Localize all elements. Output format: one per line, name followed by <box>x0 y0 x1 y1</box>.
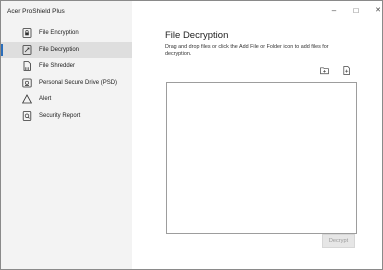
shredder-icon <box>22 61 32 72</box>
sidebar-item-security-report[interactable]: Security Report <box>1 108 132 125</box>
lock-document-icon <box>22 28 32 39</box>
unlock-document-icon <box>22 44 32 55</box>
warning-triangle-icon <box>22 94 32 104</box>
sidebar: Acer ProShield Plus File Encryption File… <box>1 1 132 269</box>
maximize-button[interactable]: □ <box>349 4 363 16</box>
file-drop-area[interactable] <box>166 82 357 234</box>
add-file-icon <box>342 65 351 75</box>
secure-drive-icon <box>22 78 32 88</box>
main-panel: – □ ✕ File Decryption Drag and drop file… <box>132 1 382 269</box>
page-title: File Decryption <box>165 30 229 41</box>
sidebar-nav: File Encryption File Decryption File Shr… <box>1 25 132 124</box>
close-button[interactable]: ✕ <box>371 4 382 16</box>
add-folder-icon <box>320 66 329 75</box>
sidebar-item-label: Personal Secure Drive (PSD) <box>39 79 118 86</box>
sidebar-item-label: Security Report <box>39 112 81 119</box>
minimize-button[interactable]: – <box>327 4 341 16</box>
sidebar-item-file-shredder[interactable]: File Shredder <box>1 58 132 75</box>
sidebar-item-file-decryption[interactable]: File Decryption <box>1 41 132 58</box>
add-file-button[interactable] <box>341 65 352 75</box>
app-window: Acer ProShield Plus File Encryption File… <box>0 0 383 270</box>
sidebar-item-label: Alert <box>39 96 52 103</box>
sidebar-item-alert[interactable]: Alert <box>1 91 132 108</box>
sidebar-item-personal-secure-drive[interactable]: Personal Secure Drive (PSD) <box>1 75 132 92</box>
sidebar-item-label: File Shredder <box>39 63 76 70</box>
sidebar-item-label: File Encryption <box>39 30 79 37</box>
app-title: Acer ProShield Plus <box>7 8 65 15</box>
decrypt-button[interactable]: Decrypt <box>322 234 355 248</box>
sidebar-item-label: File Decryption <box>39 46 80 53</box>
instructions-text: Drag and drop files or click the Add Fil… <box>165 44 329 57</box>
add-folder-button[interactable] <box>319 65 330 75</box>
report-icon <box>22 110 32 121</box>
sidebar-item-file-encryption[interactable]: File Encryption <box>1 25 132 42</box>
